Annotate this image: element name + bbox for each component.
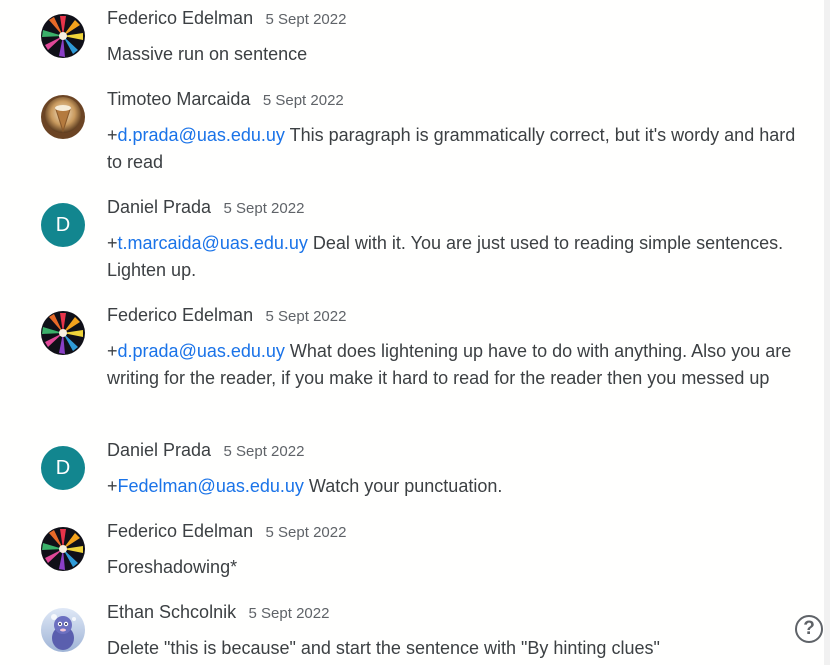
comment-author: Daniel Prada [107, 197, 212, 217]
avatar-letter[interactable]: D [41, 446, 85, 490]
mention-prefix: + [107, 341, 118, 361]
mention-link[interactable]: d.prada@uas.edu.uy [118, 125, 285, 145]
comment-author: Ethan Schcolnik [107, 602, 237, 622]
comment-author: Federico Edelman [107, 305, 254, 325]
comment-author: Federico Edelman [107, 8, 254, 28]
comment-date: 5 Sept 2022 [265, 524, 347, 541]
mention-prefix: + [107, 125, 118, 145]
comment-body: +d.prada@uas.edu.uy What does lightening… [107, 338, 797, 392]
comment-date: 5 Sept 2022 [223, 200, 305, 217]
comment-header: Federico Edelman 5 Sept 2022 [107, 305, 346, 326]
scrollbar[interactable] [824, 0, 830, 665]
comment-author: Timoteo Marcaida [107, 89, 251, 109]
comment-date: 5 Sept 2022 [265, 11, 347, 28]
comment-header: Federico Edelman 5 Sept 2022 [107, 521, 346, 542]
comment-author: Daniel Prada [107, 440, 212, 460]
comment-body: Massive run on sentence [107, 41, 797, 68]
comment-header: Federico Edelman 5 Sept 2022 [107, 8, 346, 29]
avatar-flower-icon[interactable] [41, 14, 85, 58]
avatar-cone-icon[interactable] [41, 95, 85, 139]
comment-body: +t.marcaida@uas.edu.uy Deal with it. You… [107, 230, 797, 284]
comment-date: 5 Sept 2022 [248, 605, 330, 622]
comment-author: Federico Edelman [107, 521, 254, 541]
mention-link[interactable]: Fedelman@uas.edu.uy [118, 476, 304, 496]
mention-link[interactable]: t.marcaida@uas.edu.uy [118, 233, 308, 253]
comment-header: Timoteo Marcaida 5 Sept 2022 [107, 89, 344, 110]
comment-body: Foreshadowing* [107, 554, 797, 581]
help-circle-icon[interactable]: ? [795, 615, 823, 643]
mention-prefix: + [107, 233, 118, 253]
avatar-flower-icon[interactable] [41, 311, 85, 355]
comment-body: +Fedelman@uas.edu.uy Watch your punctuat… [107, 473, 797, 500]
comment-header: Ethan Schcolnik 5 Sept 2022 [107, 602, 329, 623]
comment-text: Massive run on sentence [107, 44, 308, 64]
comment-date: 5 Sept 2022 [262, 92, 344, 109]
comment-header: Daniel Prada 5 Sept 2022 [107, 197, 304, 218]
avatar-letter[interactable]: D [41, 203, 85, 247]
comment-text: Watch your punctuation. [303, 476, 503, 496]
avatar-flower-icon[interactable] [41, 527, 85, 571]
avatar-creature-icon[interactable] [41, 608, 85, 652]
comment-date: 5 Sept 2022 [265, 308, 347, 325]
comment-text: Delete "this is because" and start the s… [107, 638, 660, 658]
comment-text: Foreshadowing* [107, 557, 238, 577]
mention-link[interactable]: d.prada@uas.edu.uy [118, 341, 285, 361]
mention-prefix: + [107, 476, 118, 496]
comment-body: +d.prada@uas.edu.uy This paragraph is gr… [107, 122, 797, 176]
comment-date: 5 Sept 2022 [223, 443, 305, 460]
comment-header: Daniel Prada 5 Sept 2022 [107, 440, 304, 461]
comment-body: Delete "this is because" and start the s… [107, 635, 797, 662]
